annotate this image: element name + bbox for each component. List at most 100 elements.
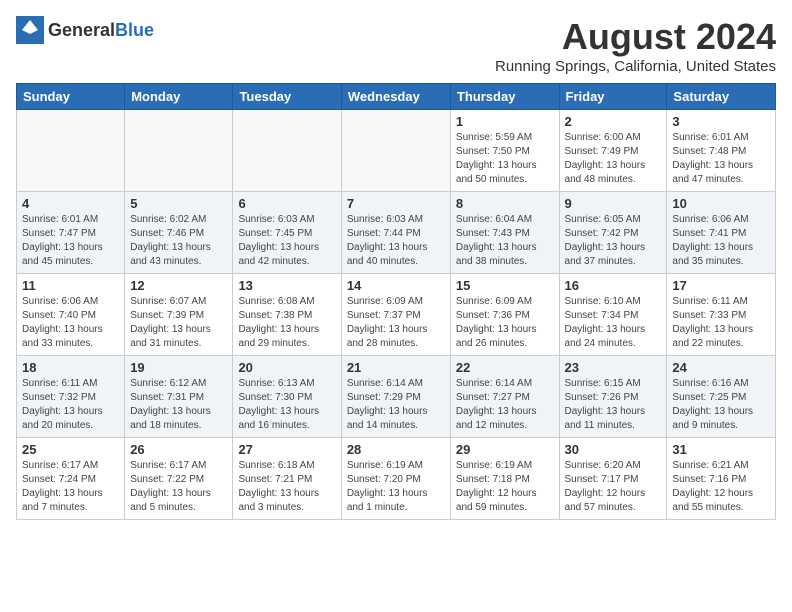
calendar-day-11: 11 Sunrise: 6:06 AM Sunset: 7:40 PM Dayli… <box>17 274 125 356</box>
day-number: 12 <box>130 278 227 293</box>
day-info: Sunrise: 6:19 AM Sunset: 7:18 PM Dayligh… <box>456 459 554 515</box>
calendar-header-row: SundayMondayTuesdayWednesdayThursdayFrid… <box>17 84 776 110</box>
day-info: Sunrise: 6:02 AM Sunset: 7:46 PM Dayligh… <box>130 213 227 269</box>
day-number: 2 <box>565 114 662 129</box>
day-number: 21 <box>347 360 445 375</box>
day-info: Sunrise: 6:04 AM Sunset: 7:43 PM Dayligh… <box>456 213 554 269</box>
col-header-wednesday: Wednesday <box>341 84 450 110</box>
calendar-week-4: 18 Sunrise: 6:11 AM Sunset: 7:32 PM Dayli… <box>17 356 776 438</box>
col-header-sunday: Sunday <box>17 84 125 110</box>
page-header: GeneralBlue August 2024 Running Springs,… <box>16 16 776 75</box>
day-info: Sunrise: 6:09 AM Sunset: 7:36 PM Dayligh… <box>456 295 554 351</box>
day-number: 16 <box>565 278 662 293</box>
day-info: Sunrise: 6:17 AM Sunset: 7:24 PM Dayligh… <box>22 459 119 515</box>
day-number: 6 <box>238 196 335 211</box>
day-info: Sunrise: 6:14 AM Sunset: 7:29 PM Dayligh… <box>347 377 445 433</box>
logo-general: General <box>48 20 115 40</box>
calendar-day-13: 13Sunrise: 6:08 AM Sunset: 7:38 PM Dayli… <box>233 274 341 356</box>
calendar-day-empty <box>17 110 125 192</box>
calendar-day-26: 26 Sunrise: 6:17 AM Sunset: 7:22 PM Dayli… <box>125 438 233 520</box>
col-header-monday: Monday <box>125 84 233 110</box>
day-info: Sunrise: 6:01 AM Sunset: 7:48 PM Dayligh… <box>672 131 770 187</box>
day-number: 26 <box>130 442 227 457</box>
calendar-day-16: 16 Sunrise: 6:10 AM Sunset: 7:34 PM Dayli… <box>559 274 667 356</box>
day-info: Sunrise: 6:01 AM Sunset: 7:47 PM Dayligh… <box>22 213 119 269</box>
day-info: Sunrise: 6:12 AM Sunset: 7:31 PM Dayligh… <box>130 377 227 433</box>
day-number: 15 <box>456 278 554 293</box>
calendar-day-7: 7 Sunrise: 6:03 AM Sunset: 7:44 PM Daylig… <box>341 192 450 274</box>
day-info: Sunrise: 6:20 AM Sunset: 7:17 PM Dayligh… <box>565 459 662 515</box>
location: Running Springs, California, United Stat… <box>495 58 776 75</box>
day-info: Sunrise: 6:21 AM Sunset: 7:16 PM Dayligh… <box>672 459 770 515</box>
calendar-day-21: 21 Sunrise: 6:14 AM Sunset: 7:29 PM Dayli… <box>341 356 450 438</box>
calendar-day-17: 17 Sunrise: 6:11 AM Sunset: 7:33 PM Dayli… <box>667 274 776 356</box>
day-info: Sunrise: 6:06 AM Sunset: 7:40 PM Dayligh… <box>22 295 119 351</box>
calendar-day-1: 1 Sunrise: 5:59 AM Sunset: 7:50 PM Daylig… <box>450 110 559 192</box>
calendar-day-14: 14Sunrise: 6:09 AM Sunset: 7:37 PM Dayli… <box>341 274 450 356</box>
day-number: 29 <box>456 442 554 457</box>
calendar-day-27: 27 Sunrise: 6:18 AM Sunset: 7:21 PM Dayli… <box>233 438 341 520</box>
calendar-day-2: 2 Sunrise: 6:00 AM Sunset: 7:49 PM Daylig… <box>559 110 667 192</box>
day-info: Sunrise: 6:18 AM Sunset: 7:21 PM Dayligh… <box>238 459 335 515</box>
day-info: Sunrise: 6:06 AM Sunset: 7:41 PM Dayligh… <box>672 213 770 269</box>
day-number: 1 <box>456 114 554 129</box>
day-number: 18 <box>22 360 119 375</box>
day-number: 3 <box>672 114 770 129</box>
calendar-day-6: 6 Sunrise: 6:03 AM Sunset: 7:45 PM Daylig… <box>233 192 341 274</box>
calendar-day-9: 9Sunrise: 6:05 AM Sunset: 7:42 PM Daylig… <box>559 192 667 274</box>
calendar-day-25: 25Sunrise: 6:17 AM Sunset: 7:24 PM Dayli… <box>17 438 125 520</box>
day-info: Sunrise: 5:59 AM Sunset: 7:50 PM Dayligh… <box>456 131 554 187</box>
day-info: Sunrise: 6:07 AM Sunset: 7:39 PM Dayligh… <box>130 295 227 351</box>
day-info: Sunrise: 6:03 AM Sunset: 7:44 PM Dayligh… <box>347 213 445 269</box>
calendar-week-2: 4Sunrise: 6:01 AM Sunset: 7:47 PM Daylig… <box>17 192 776 274</box>
logo: GeneralBlue <box>16 16 154 44</box>
calendar-day-3: 3 Sunrise: 6:01 AM Sunset: 7:48 PM Daylig… <box>667 110 776 192</box>
calendar-day-10: 10Sunrise: 6:06 AM Sunset: 7:41 PM Dayli… <box>667 192 776 274</box>
calendar-day-31: 31 Sunrise: 6:21 AM Sunset: 7:16 PM Dayli… <box>667 438 776 520</box>
day-number: 22 <box>456 360 554 375</box>
calendar-day-empty <box>125 110 233 192</box>
day-number: 30 <box>565 442 662 457</box>
day-number: 19 <box>130 360 227 375</box>
day-number: 11 <box>22 278 119 293</box>
calendar-day-5: 5 Sunrise: 6:02 AM Sunset: 7:46 PM Daylig… <box>125 192 233 274</box>
calendar-day-20: 20Sunrise: 6:13 AM Sunset: 7:30 PM Dayli… <box>233 356 341 438</box>
calendar-day-19: 19 Sunrise: 6:12 AM Sunset: 7:31 PM Dayli… <box>125 356 233 438</box>
day-number: 7 <box>347 196 445 211</box>
day-info: Sunrise: 6:08 AM Sunset: 7:38 PM Dayligh… <box>238 295 335 351</box>
day-number: 14 <box>347 278 445 293</box>
day-info: Sunrise: 6:14 AM Sunset: 7:27 PM Dayligh… <box>456 377 554 433</box>
calendar-day-30: 30 Sunrise: 6:20 AM Sunset: 7:17 PM Dayli… <box>559 438 667 520</box>
logo-blue: Blue <box>115 20 154 40</box>
day-number: 5 <box>130 196 227 211</box>
calendar-day-12: 12 Sunrise: 6:07 AM Sunset: 7:39 PM Dayli… <box>125 274 233 356</box>
calendar-day-4: 4Sunrise: 6:01 AM Sunset: 7:47 PM Daylig… <box>17 192 125 274</box>
col-header-tuesday: Tuesday <box>233 84 341 110</box>
day-info: Sunrise: 6:13 AM Sunset: 7:30 PM Dayligh… <box>238 377 335 433</box>
day-number: 27 <box>238 442 335 457</box>
calendar-day-18: 18 Sunrise: 6:11 AM Sunset: 7:32 PM Dayli… <box>17 356 125 438</box>
day-info: Sunrise: 6:16 AM Sunset: 7:25 PM Dayligh… <box>672 377 770 433</box>
calendar-table: SundayMondayTuesdayWednesdayThursdayFrid… <box>16 83 776 520</box>
day-info: Sunrise: 6:11 AM Sunset: 7:32 PM Dayligh… <box>22 377 119 433</box>
calendar-week-1: 1 Sunrise: 5:59 AM Sunset: 7:50 PM Daylig… <box>17 110 776 192</box>
calendar-day-8: 8Sunrise: 6:04 AM Sunset: 7:43 PM Daylig… <box>450 192 559 274</box>
day-info: Sunrise: 6:10 AM Sunset: 7:34 PM Dayligh… <box>565 295 662 351</box>
day-number: 31 <box>672 442 770 457</box>
day-info: Sunrise: 6:17 AM Sunset: 7:22 PM Dayligh… <box>130 459 227 515</box>
day-number: 28 <box>347 442 445 457</box>
calendar-day-empty <box>341 110 450 192</box>
day-number: 17 <box>672 278 770 293</box>
col-header-thursday: Thursday <box>450 84 559 110</box>
day-info: Sunrise: 6:03 AM Sunset: 7:45 PM Dayligh… <box>238 213 335 269</box>
calendar-week-3: 11 Sunrise: 6:06 AM Sunset: 7:40 PM Dayli… <box>17 274 776 356</box>
calendar-day-28: 28 Sunrise: 6:19 AM Sunset: 7:20 PM Dayli… <box>341 438 450 520</box>
calendar-day-22: 22 Sunrise: 6:14 AM Sunset: 7:27 PM Dayli… <box>450 356 559 438</box>
day-info: Sunrise: 6:19 AM Sunset: 7:20 PM Dayligh… <box>347 459 445 515</box>
calendar-week-5: 25Sunrise: 6:17 AM Sunset: 7:24 PM Dayli… <box>17 438 776 520</box>
col-header-saturday: Saturday <box>667 84 776 110</box>
logo-icon <box>16 16 44 44</box>
calendar-day-29: 29 Sunrise: 6:19 AM Sunset: 7:18 PM Dayli… <box>450 438 559 520</box>
day-info: Sunrise: 6:11 AM Sunset: 7:33 PM Dayligh… <box>672 295 770 351</box>
day-info: Sunrise: 6:00 AM Sunset: 7:49 PM Dayligh… <box>565 131 662 187</box>
